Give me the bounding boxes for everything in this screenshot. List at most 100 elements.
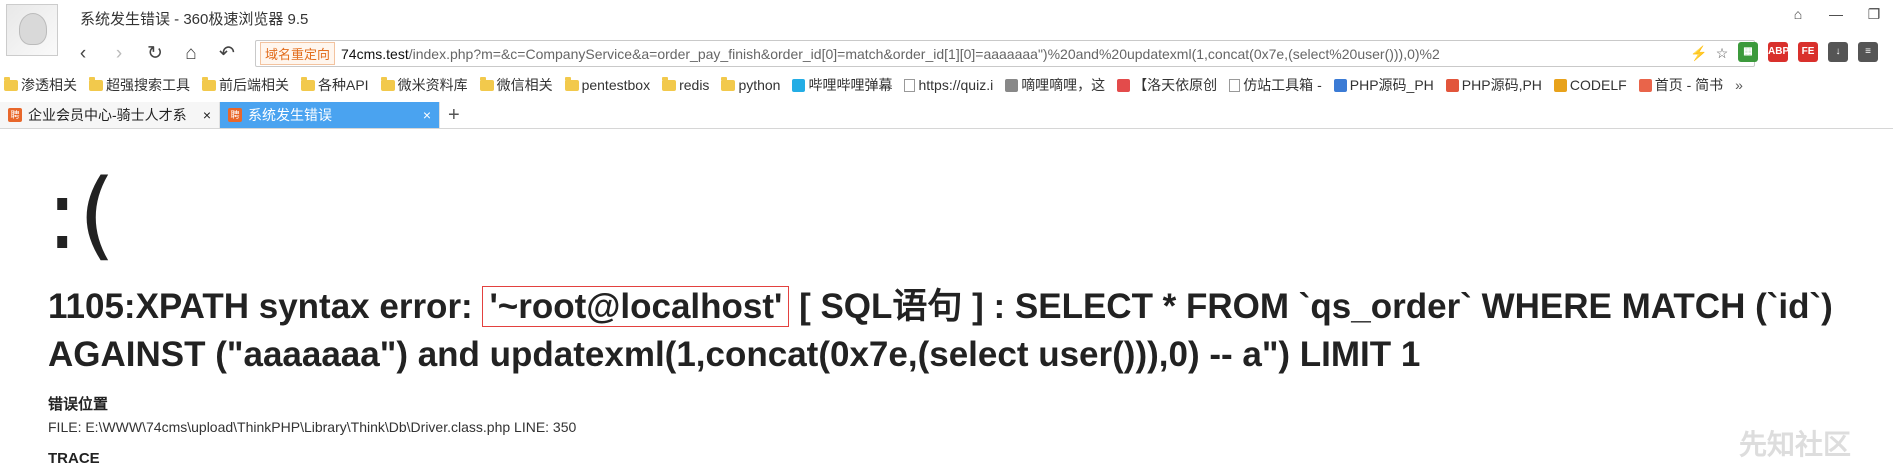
bookmark-item[interactable]: 【洛天依原创 xyxy=(1117,75,1217,95)
bookmark-item[interactable]: python xyxy=(721,76,781,93)
folder-icon xyxy=(479,76,494,91)
bookmark-label: 【洛天依原创 xyxy=(1133,77,1218,93)
bookmark-label: 各种API xyxy=(318,77,369,93)
nav-buttons: ‹ › ↻ ⌂ ↶ xyxy=(72,42,238,66)
url-path: /index.php?m=&c=CompanyService&a=order_p… xyxy=(408,45,1440,62)
bookmark-item[interactable]: CODELF xyxy=(1553,77,1627,93)
error-message: 1105:XPATH syntax error: '~root@localhos… xyxy=(48,283,1868,379)
bookmark-label: 首页 - 简书 xyxy=(1654,77,1724,93)
apps-grid-icon[interactable]: ▦ xyxy=(1738,42,1758,62)
user-avatar[interactable] xyxy=(6,4,58,56)
reload-button[interactable]: ↻ xyxy=(144,42,166,66)
error-prefix: 1105:XPATH syntax error: xyxy=(48,287,483,326)
browser-tab[interactable]: 聘企业会员中心-骑士人才系 × xyxy=(0,102,220,128)
bookmark-item[interactable]: 哔哩哔哩弹幕 xyxy=(792,75,892,95)
bookmark-label: PHP源码,PH xyxy=(1461,77,1542,93)
bookmark-label: 仿站工具箱 - xyxy=(1243,77,1322,93)
bookmark-item[interactable]: 首页 - 简书 xyxy=(1638,75,1724,95)
bookmark-item[interactable]: 前后端相关 xyxy=(202,75,289,95)
window-controls: ⌂ — ❐ xyxy=(1787,6,1885,23)
bookmark-item[interactable]: 微信相关 xyxy=(479,75,553,95)
extension-icons: ▦ ABP FE ↓ ≡ xyxy=(1738,42,1878,62)
adblock-icon[interactable]: ABP xyxy=(1768,42,1789,62)
download-icon[interactable]: ↓ xyxy=(1828,42,1848,62)
skin-button[interactable]: ⌂ xyxy=(1787,6,1809,23)
url-host: 74cms.test xyxy=(341,45,409,62)
bookmark-label: CODELF xyxy=(1569,77,1627,93)
bookmark-label: 超强搜索工具 xyxy=(106,77,190,93)
bookmark-label: 微米资料库 xyxy=(397,77,468,93)
restore-button[interactable]: ❐ xyxy=(1863,6,1885,23)
bookmark-label: 哔哩哔哩弹幕 xyxy=(808,77,893,93)
url-text[interactable]: 74cms.test/index.php?m=&c=CompanyService… xyxy=(341,46,1684,62)
folder-icon xyxy=(89,76,103,91)
site-favicon-icon xyxy=(1117,78,1131,92)
window-title: 系统发生错误 - 360极速浏览器 9.5 xyxy=(80,11,309,28)
bookmark-item[interactable]: 各种API xyxy=(301,75,369,95)
site-favicon-icon xyxy=(1553,78,1567,92)
forward-button[interactable]: › xyxy=(108,42,130,66)
bookmark-item[interactable]: 嘀哩嘀哩，这 xyxy=(1005,75,1105,95)
sad-face: :( xyxy=(46,159,116,271)
navigation-row: ‹ › ↻ ⌂ ↶ 域名重定向 74cms.test/index.php?m=&… xyxy=(0,38,1893,70)
title-bar: 系统发生错误 - 360极速浏览器 9.5 ⌂ — ❐ xyxy=(0,0,1893,56)
site-favicon-icon xyxy=(792,78,806,92)
bookmark-item[interactable]: 微米资料库 xyxy=(380,75,468,95)
browser-tab[interactable]: 聘系统发生错误 × xyxy=(220,102,440,128)
bookmark-label: 渗透相关 xyxy=(21,77,77,93)
site-favicon-icon xyxy=(1333,78,1347,92)
site-favicon-icon xyxy=(1638,78,1652,92)
bookmark-label: redis xyxy=(679,77,710,93)
error-highlight: '~root@localhost' xyxy=(482,286,790,327)
folder-icon xyxy=(301,76,315,91)
tab-strip: 聘企业会员中心-骑士人才系 × 聘系统发生错误 × + xyxy=(0,100,1893,129)
close-icon[interactable]: × xyxy=(423,107,431,123)
bookmark-label: PHP源码_PH xyxy=(1349,77,1434,93)
folder-icon xyxy=(4,76,18,91)
redirect-badge[interactable]: 域名重定向 xyxy=(260,42,336,65)
star-icon[interactable]: ☆ xyxy=(1716,45,1729,62)
tab-favicon-icon: 聘 xyxy=(228,108,242,122)
bookmark-label: pentestbox xyxy=(581,77,651,93)
site-favicon-icon xyxy=(1445,78,1459,92)
tab-label: 系统发生错误 xyxy=(248,107,332,123)
bookmark-item[interactable]: https://quiz.i xyxy=(904,77,993,93)
address-bar[interactable]: 域名重定向 74cms.test/index.php?m=&c=CompanyS… xyxy=(255,40,1755,67)
bookmark-item[interactable]: 超强搜索工具 xyxy=(89,75,190,95)
home-button[interactable]: ⌂ xyxy=(180,42,202,66)
bookmark-item[interactable]: redis xyxy=(662,76,710,93)
folder-icon xyxy=(202,76,216,91)
bookmark-item[interactable]: PHP源码_PH xyxy=(1333,75,1434,95)
page-content: :( 1105:XPATH syntax error: '~root@local… xyxy=(0,129,1893,469)
bookmark-label: 微信相关 xyxy=(496,77,553,93)
folder-icon xyxy=(380,76,395,91)
bookmark-item[interactable]: pentestbox xyxy=(564,76,651,93)
bookmark-item[interactable]: 仿站工具箱 - xyxy=(1229,75,1322,95)
tab-favicon-icon: 聘 xyxy=(8,108,22,122)
speed-mode-icon[interactable]: ⚡ xyxy=(1690,45,1707,62)
menu-icon[interactable]: ≡ xyxy=(1858,42,1878,62)
bookmark-label: 嘀哩嘀哩，这 xyxy=(1021,77,1106,93)
bookmarks-bar: 渗透相关 超强搜索工具 前后端相关 各种API 微米资料库 微信相关 pentestbox r… xyxy=(0,72,1893,98)
bookmark-label: python xyxy=(738,77,781,93)
bookmark-label: https://quiz.i xyxy=(918,77,994,93)
minimize-button[interactable]: — xyxy=(1825,6,1847,23)
bookmark-label: 前后端相关 xyxy=(219,77,289,93)
folder-icon xyxy=(564,76,579,91)
bookmarks-overflow-button[interactable]: » xyxy=(1735,77,1743,93)
folder-icon xyxy=(721,76,736,91)
bookmark-item[interactable]: 渗透相关 xyxy=(4,75,77,95)
watermark: 先知社区 xyxy=(1738,429,1851,460)
close-icon[interactable]: × xyxy=(203,107,211,123)
folder-icon xyxy=(662,76,677,91)
back-button[interactable]: ‹ xyxy=(72,42,94,66)
page-icon xyxy=(904,78,916,92)
error-file-line: FILE: E:\WWW\74cms\upload\ThinkPHP\Libra… xyxy=(48,419,577,435)
new-tab-button[interactable]: + xyxy=(448,102,460,128)
trace-title: TRACE xyxy=(48,450,100,467)
undo-close-button[interactable]: ↶ xyxy=(216,42,238,66)
bookmark-item[interactable]: PHP源码,PH xyxy=(1445,75,1542,95)
fe-helper-icon[interactable]: FE xyxy=(1798,42,1818,62)
page-icon xyxy=(1229,78,1241,92)
tab-label: 企业会员中心-骑士人才系 xyxy=(28,107,187,123)
